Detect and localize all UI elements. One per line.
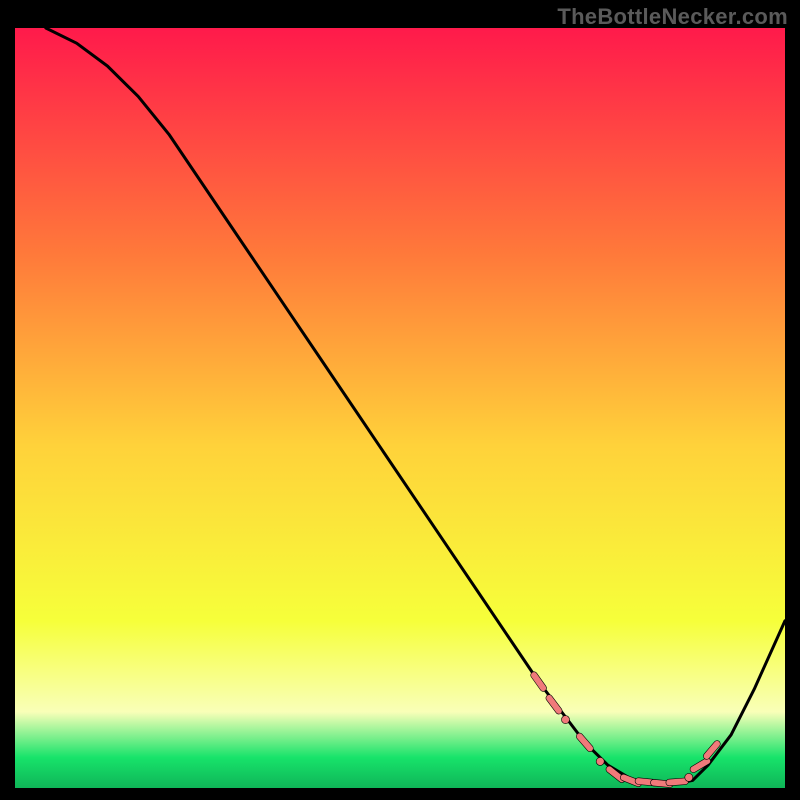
marker-dot bbox=[685, 773, 693, 781]
marker-dot bbox=[596, 757, 604, 765]
gradient-background bbox=[15, 28, 785, 788]
marker-dot bbox=[562, 716, 570, 724]
chart-container: TheBottleNecker.com bbox=[0, 0, 800, 800]
chart-svg bbox=[15, 28, 785, 788]
marker-tick bbox=[669, 781, 685, 782]
watermark-text: TheBottleNecker.com bbox=[557, 4, 788, 30]
plot-area bbox=[15, 28, 785, 788]
